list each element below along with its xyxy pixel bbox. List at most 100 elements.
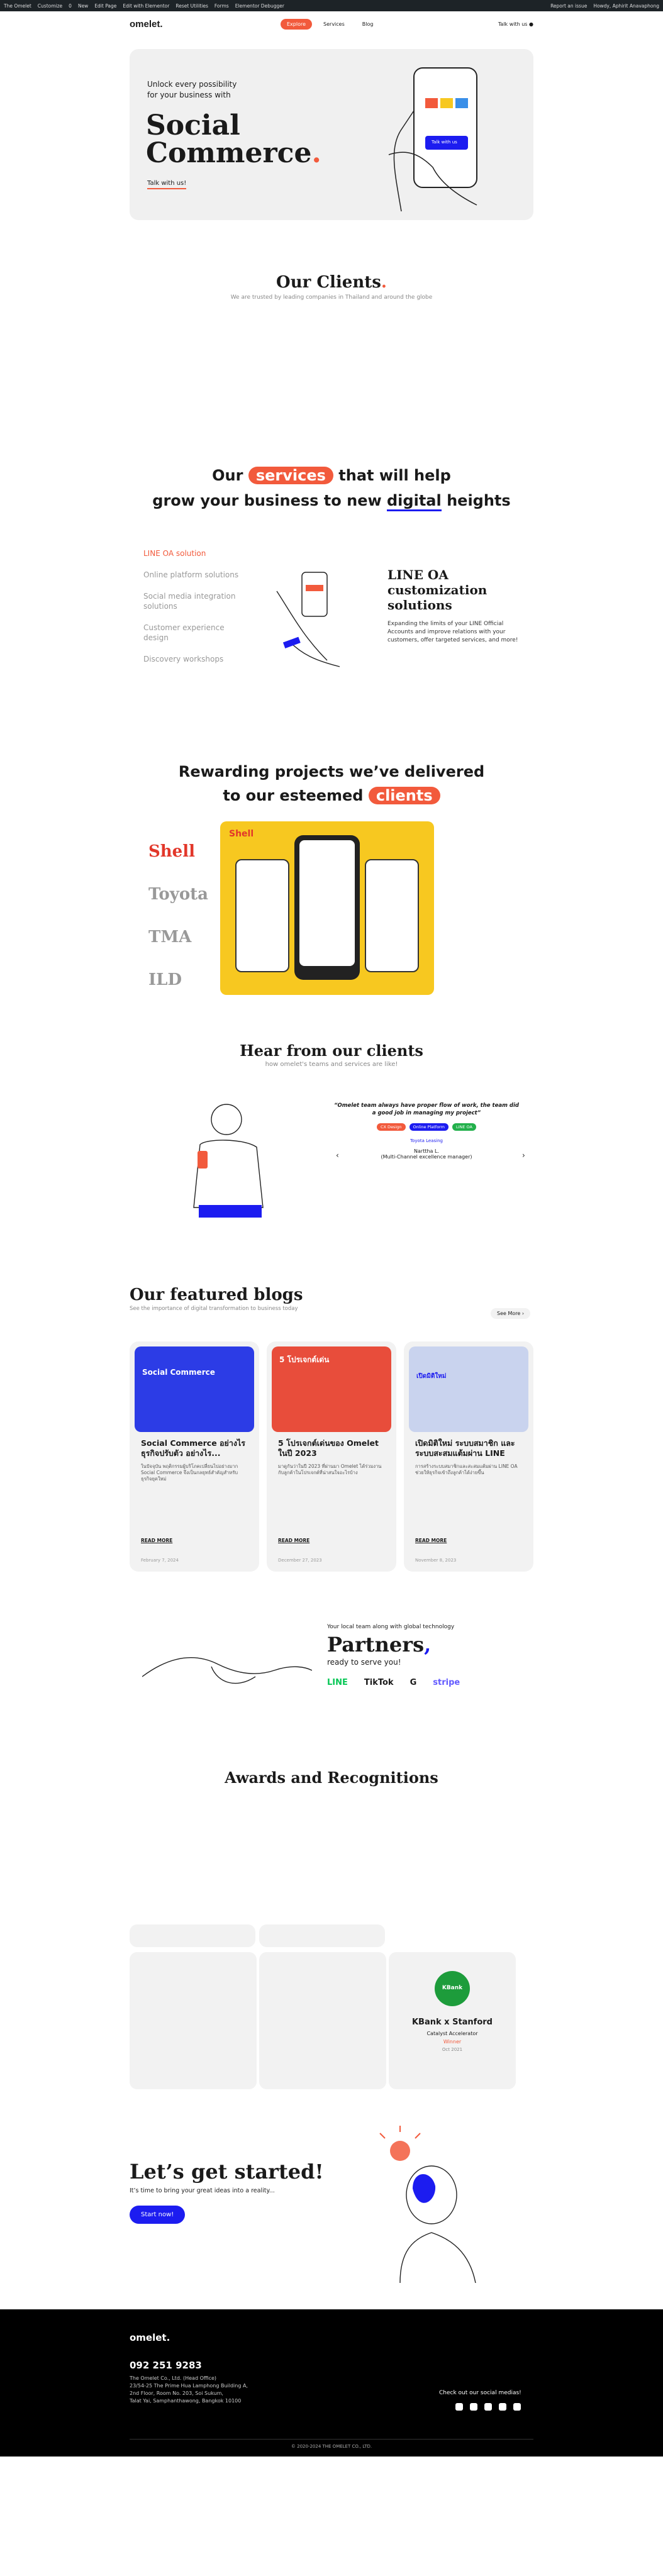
logo-text: omelet. xyxy=(130,18,163,30)
prev-arrow-icon[interactable]: ‹ xyxy=(336,1151,339,1160)
award-card xyxy=(130,1952,257,2089)
address-line: 2nd Floor, Room No. 203, Soi Sukum, xyxy=(130,2390,223,2396)
blog-read-more[interactable]: READ MORE xyxy=(130,1538,184,1543)
project-phone-left xyxy=(235,859,289,972)
award-card-kbank: KBank KBank x Stanford Catalyst Accelera… xyxy=(389,1952,516,2089)
award-status: Winner xyxy=(443,2039,462,2045)
admin-item[interactable]: Customize xyxy=(38,3,62,9)
logo[interactable]: omelet. xyxy=(130,19,163,30)
blog-date: December 27, 2023 xyxy=(278,1558,322,1563)
blog-read-more[interactable]: READ MORE xyxy=(267,1538,321,1543)
hero-title: Social Commerce. xyxy=(146,112,321,167)
line-icon[interactable] xyxy=(499,2403,507,2411)
partners-kicker: Your local team along with global techno… xyxy=(327,1624,455,1630)
award-card xyxy=(259,1952,386,2089)
award-title: KBank x Stanford xyxy=(411,2018,493,2027)
facebook-icon[interactable] xyxy=(455,2403,463,2411)
projects-title-1: Rewarding projects we’ve delivered xyxy=(178,763,485,780)
blog-title: เปิดมิติใหม่ ระบบสมาชิก และ ระบบสะสมแต้ม… xyxy=(415,1438,515,1458)
service-detail-body: Expanding the limits of your LINE Offici… xyxy=(387,621,518,643)
service-item-cx[interactable]: Customer experience design xyxy=(143,623,244,643)
admin-item[interactable]: The Omelet xyxy=(4,3,31,9)
partners-tagline: ready to serve you! xyxy=(327,1658,401,1667)
nav-services[interactable]: Services xyxy=(317,19,351,30)
services-heading: Our services that will help grow your bu… xyxy=(0,463,663,513)
admin-bar: The Omelet Customize 0 New Edit Page Edi… xyxy=(0,0,663,11)
footer-phone[interactable]: 092 251 9283 xyxy=(130,2360,202,2371)
award-card-top xyxy=(259,1924,385,1947)
testimonial-tag: CX Design xyxy=(377,1123,406,1131)
project-client-shell[interactable]: Shell xyxy=(148,830,208,873)
project-showcase: Shell xyxy=(220,821,434,995)
site-footer: omelet. 092 251 9283 The Omelet Co., Ltd… xyxy=(0,2309,663,2457)
projects-pill: clients xyxy=(368,787,440,804)
project-client-tma[interactable]: TMA xyxy=(148,916,208,958)
project-client-toyota[interactable]: Toyota xyxy=(148,873,208,916)
admin-report[interactable]: Report an issue xyxy=(550,3,587,9)
blog-card[interactable]: เปิดมิติใหม่ เปิดมิติใหม่ ระบบสมาชิก และ… xyxy=(404,1341,533,1572)
handshake-illustration xyxy=(142,1657,312,1684)
services-title-a: Our xyxy=(212,467,243,484)
blog-title: Social Commerce อย่างไร ธุรกิจปรับตัว อย… xyxy=(141,1438,246,1458)
blog-excerpt: มาดูกันว่าในปี 2023 ที่ผ่านมา Omelet ได้… xyxy=(278,1463,382,1475)
footer-socials xyxy=(452,2401,521,2413)
partner-stripe-logo: stripe xyxy=(433,1678,460,1687)
project-client-ild[interactable]: ILD xyxy=(148,958,208,1001)
services-digital: digital xyxy=(387,492,442,511)
instagram-icon[interactable] xyxy=(470,2403,478,2411)
talk-link[interactable]: Talk with us ● xyxy=(498,21,533,27)
hero-cta[interactable]: Talk with us! xyxy=(147,180,187,189)
location-icon[interactable] xyxy=(513,2403,521,2411)
blogs-subtitle: See the importance of digital transforma… xyxy=(130,1306,298,1312)
admin-item[interactable]: Reset Utilities xyxy=(176,3,208,9)
partners-block: Your local team along with global techno… xyxy=(327,1624,460,1687)
project-card-brand: Shell xyxy=(229,829,254,839)
blog-read-more[interactable]: READ MORE xyxy=(404,1538,458,1543)
admin-item[interactable]: Edit with Elementor xyxy=(123,3,169,9)
testimonial-role: (Multi-Channel excellence manager) xyxy=(381,1154,472,1160)
admin-item[interactable]: New xyxy=(78,3,88,9)
blog-card[interactable]: Social Commerce Social Commerce อย่างไร … xyxy=(130,1341,259,1572)
next-arrow-icon[interactable]: › xyxy=(522,1151,525,1160)
site-header: omelet. Explore Services Blog Talk with … xyxy=(130,14,533,34)
services-list: LINE OA solution Online platform solutio… xyxy=(143,548,244,664)
hero-title-dot: . xyxy=(311,137,321,169)
projects-heading: Rewarding projects we’ve delivered to ou… xyxy=(0,760,663,808)
award-card-top xyxy=(130,1924,255,1947)
see-more-button[interactable]: See More › xyxy=(491,1308,531,1319)
cta-subtitle: It’s time to bring your great ideas into… xyxy=(130,2187,275,2194)
footer-copyright: © 2020-2024 THE OMELET CO., LTD. xyxy=(291,2444,372,2449)
blog-card[interactable]: 5 โปรเจกต์เด่น 5 โปรเจกต์เด่นของ Omelet … xyxy=(267,1341,396,1572)
footer-logo[interactable]: omelet. xyxy=(130,2332,170,2343)
hero-phone-illustration xyxy=(388,67,477,212)
hero-section: Unlock every possibility for your busine… xyxy=(130,49,533,220)
start-now-button[interactable]: Start now! xyxy=(130,2206,186,2224)
hero-subtitle-1: Unlock every possibility xyxy=(147,80,237,89)
service-item-line-oa[interactable]: LINE OA solution xyxy=(143,548,244,558)
blog-excerpt: ในปัจจุบัน พฤติกรรมผู้บริโภคเปลี่ยนไปอย่… xyxy=(141,1463,238,1482)
admin-item[interactable]: Elementor Debugger xyxy=(235,3,284,9)
services-pill: services xyxy=(248,467,333,484)
hero-subtitle: Unlock every possibility for your busine… xyxy=(147,79,237,101)
admin-item[interactable]: Edit Page xyxy=(94,3,116,9)
testimonial-tag: LINE OA xyxy=(452,1123,476,1131)
blog-excerpt: การสร้างระบบสมาชิกและสะสมแต้มผ่าน LINE O… xyxy=(415,1463,518,1475)
nav-explore[interactable]: Explore xyxy=(281,18,313,30)
cta-title: Let’s get started! xyxy=(130,2160,324,2184)
hero-subtitle-2: for your business with xyxy=(147,91,231,99)
main-nav: Explore Services Blog xyxy=(281,18,380,30)
cta-person-illustration xyxy=(379,2126,476,2283)
admin-item[interactable]: 0 xyxy=(69,3,72,9)
service-item-online[interactable]: Online platform solutions xyxy=(143,570,244,580)
service-item-workshops[interactable]: Discovery workshops xyxy=(143,654,244,664)
linkedin-icon[interactable] xyxy=(484,2403,493,2411)
admin-howdy[interactable]: Howdy, Aphirit Anavaphong xyxy=(593,3,659,9)
testimonial-card: “Omelet team always have proper flow of … xyxy=(333,1102,520,1160)
testimonials-subtitle: how omelet's teams and services are like… xyxy=(265,1061,398,1068)
nav-blog[interactable]: Blog xyxy=(356,19,380,30)
service-item-social[interactable]: Social media integration solutions xyxy=(143,591,244,611)
blog-image: เปิดมิติใหม่ xyxy=(409,1346,528,1432)
partners-comma: , xyxy=(424,1633,432,1657)
admin-item[interactable]: Forms xyxy=(214,3,229,9)
service-detail-title: LINE OA customization solutions xyxy=(387,567,488,613)
